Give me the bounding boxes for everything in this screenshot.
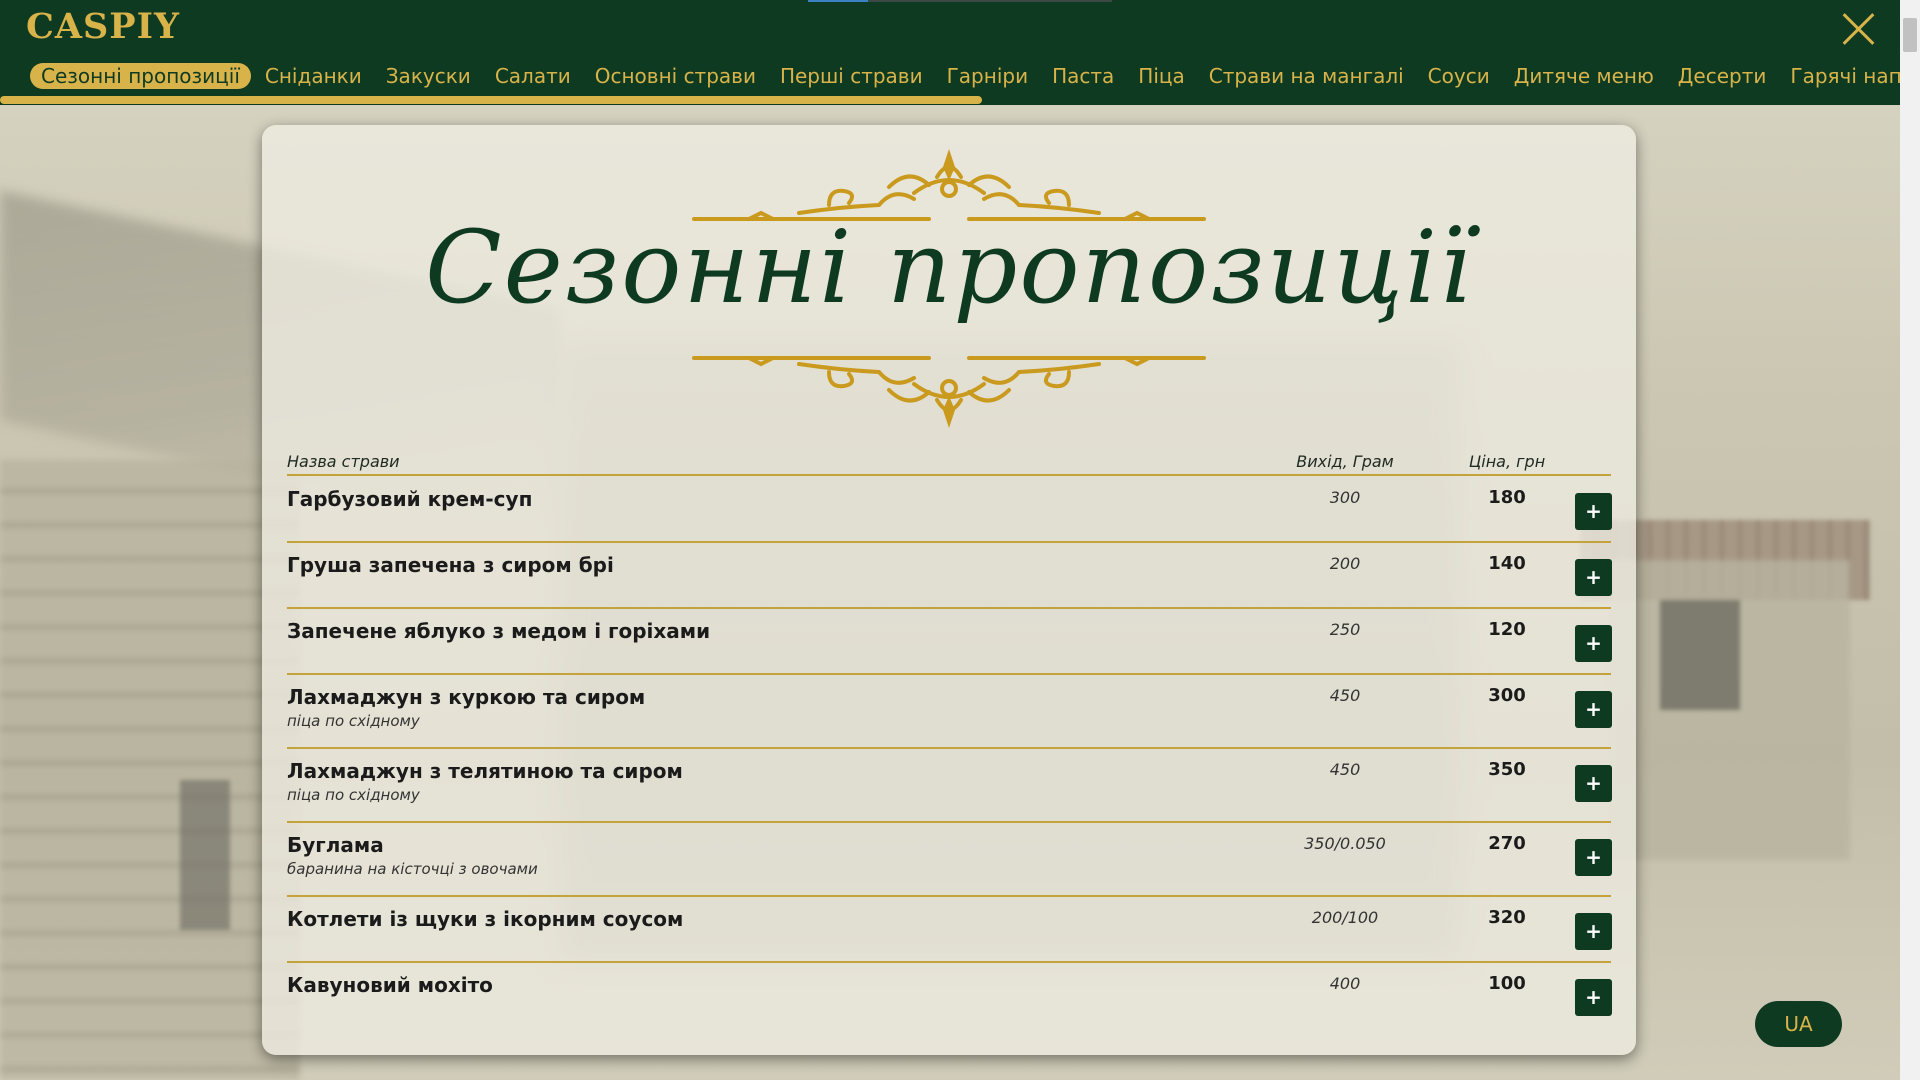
header-weight: Вихід, Грам [1296,452,1394,471]
load-indicator-track [868,0,1112,2]
dish-weight: 200 [1329,554,1361,573]
add-to-order-button[interactable]: + [1575,559,1612,596]
dish-row: Котлети із щуки з ікорним соусом 200/100 3… [287,897,1612,963]
dish-price: 300 [1488,685,1526,706]
dish-price: 140 [1488,553,1526,574]
ornament-bottom-icon [262,350,1636,430]
dish-row: Лахмаджун з телятиною та сиром піца по сх… [287,749,1612,823]
dish-weight: 200/100 [1311,908,1379,927]
dish-name: Кавуновий мохіто [287,973,493,997]
nav-item[interactable]: Десерти [1678,64,1767,88]
dish-row: Запечене яблуко з медом і горіхами 250 120… [287,609,1612,675]
page-scrollbar[interactable] [1900,0,1920,1080]
nav-item[interactable]: Гарніри [947,64,1028,88]
dish-weight: 250 [1329,620,1361,639]
dish-price: 350 [1488,759,1526,780]
language-button[interactable]: UA [1755,1001,1842,1047]
dish-name: Котлети із щуки з ікорним соусом [287,907,684,931]
logo[interactable]: CASPIY [26,6,180,47]
nav-item[interactable]: Соуси [1428,64,1490,88]
dish-row: Гарбузовий крем-суп 300 180 + [287,477,1612,543]
nav-item[interactable]: Салати [495,64,571,88]
add-to-order-button[interactable]: + [1575,979,1612,1016]
add-to-order-button[interactable]: + [1575,913,1612,950]
dish-price: 180 [1488,487,1526,508]
dish-name: Гарбузовий крем-суп [287,487,533,511]
add-to-order-button[interactable]: + [1575,625,1612,662]
dish-description: піца по східному [287,712,420,730]
category-nav: Сезонні пропозиції Сніданки Закуски Салати О… [30,62,1920,90]
dish-row: Лахмаджун з куркою та сиром піца по східн… [287,675,1612,749]
table-header: Назва страви Вихід, Грам Ціна, грн [287,452,1611,476]
nav-item[interactable]: Основні страви [595,64,756,88]
add-to-order-button[interactable]: + [1575,765,1612,802]
nav-item[interactable]: Закуски [386,64,471,88]
dish-price: 270 [1488,833,1526,854]
dish-description: баранина на кісточці з овочами [287,860,538,878]
nav-item[interactable]: Піца [1138,64,1184,88]
dish-price: 100 [1488,973,1526,994]
dish-weight: 450 [1329,686,1361,705]
menu-card: Сезонні пропозиції Назва страви Вихід, Г… [262,125,1636,1055]
dish-price: 120 [1488,619,1526,640]
nav-item[interactable]: Паста [1052,64,1114,88]
page-scrollbar-thumb[interactable] [1903,18,1917,52]
add-to-order-button[interactable]: + [1575,493,1612,530]
dish-list: Гарбузовий крем-суп 300 180 + Груша запечена… [287,477,1612,1027]
dish-row: Груша запечена з сиром брі 200 140 + [287,543,1612,609]
header-price: Ціна, грн [1468,452,1546,471]
nav-item[interactable]: Перші страви [780,64,923,88]
nav-item[interactable]: Страви на мангалі [1209,64,1404,88]
dish-name: Запечене яблуко з медом і горіхами [287,619,711,643]
dish-weight: 450 [1329,760,1361,779]
section-title: Сезонні пропозиції [425,209,1473,326]
dish-row: Буглама баранина на кісточці з овочами 350… [287,823,1612,897]
dish-name: Буглама [287,833,384,857]
nav-item[interactable]: Сніданки [265,64,362,88]
load-indicator [808,0,868,2]
add-to-order-button[interactable]: + [1575,691,1612,728]
dish-description: піца по східному [287,786,420,804]
dish-weight: 300 [1329,488,1361,507]
dish-name: Лахмаджун з телятиною та сиром [287,759,683,783]
nav-item[interactable]: Дитяче меню [1514,64,1654,88]
header-bar: CASPIY Сезонні пропозиції Сніданки Закуски… [0,0,1920,105]
add-to-order-button[interactable]: + [1575,839,1612,876]
header-name: Назва страви [287,452,400,471]
dish-row: Кавуновий мохіто 400 100 + [287,963,1612,1027]
dish-name: Груша запечена з сиром брі [287,553,614,577]
dish-weight: 350/0.050 [1304,834,1386,853]
nav-scrollbar[interactable] [0,96,982,104]
close-icon[interactable] [1838,8,1878,48]
dish-price: 320 [1488,907,1526,928]
dish-name: Лахмаджун з куркою та сиром [287,685,646,709]
dish-weight: 400 [1329,974,1361,993]
nav-item[interactable]: Сезонні пропозиції [30,63,251,89]
